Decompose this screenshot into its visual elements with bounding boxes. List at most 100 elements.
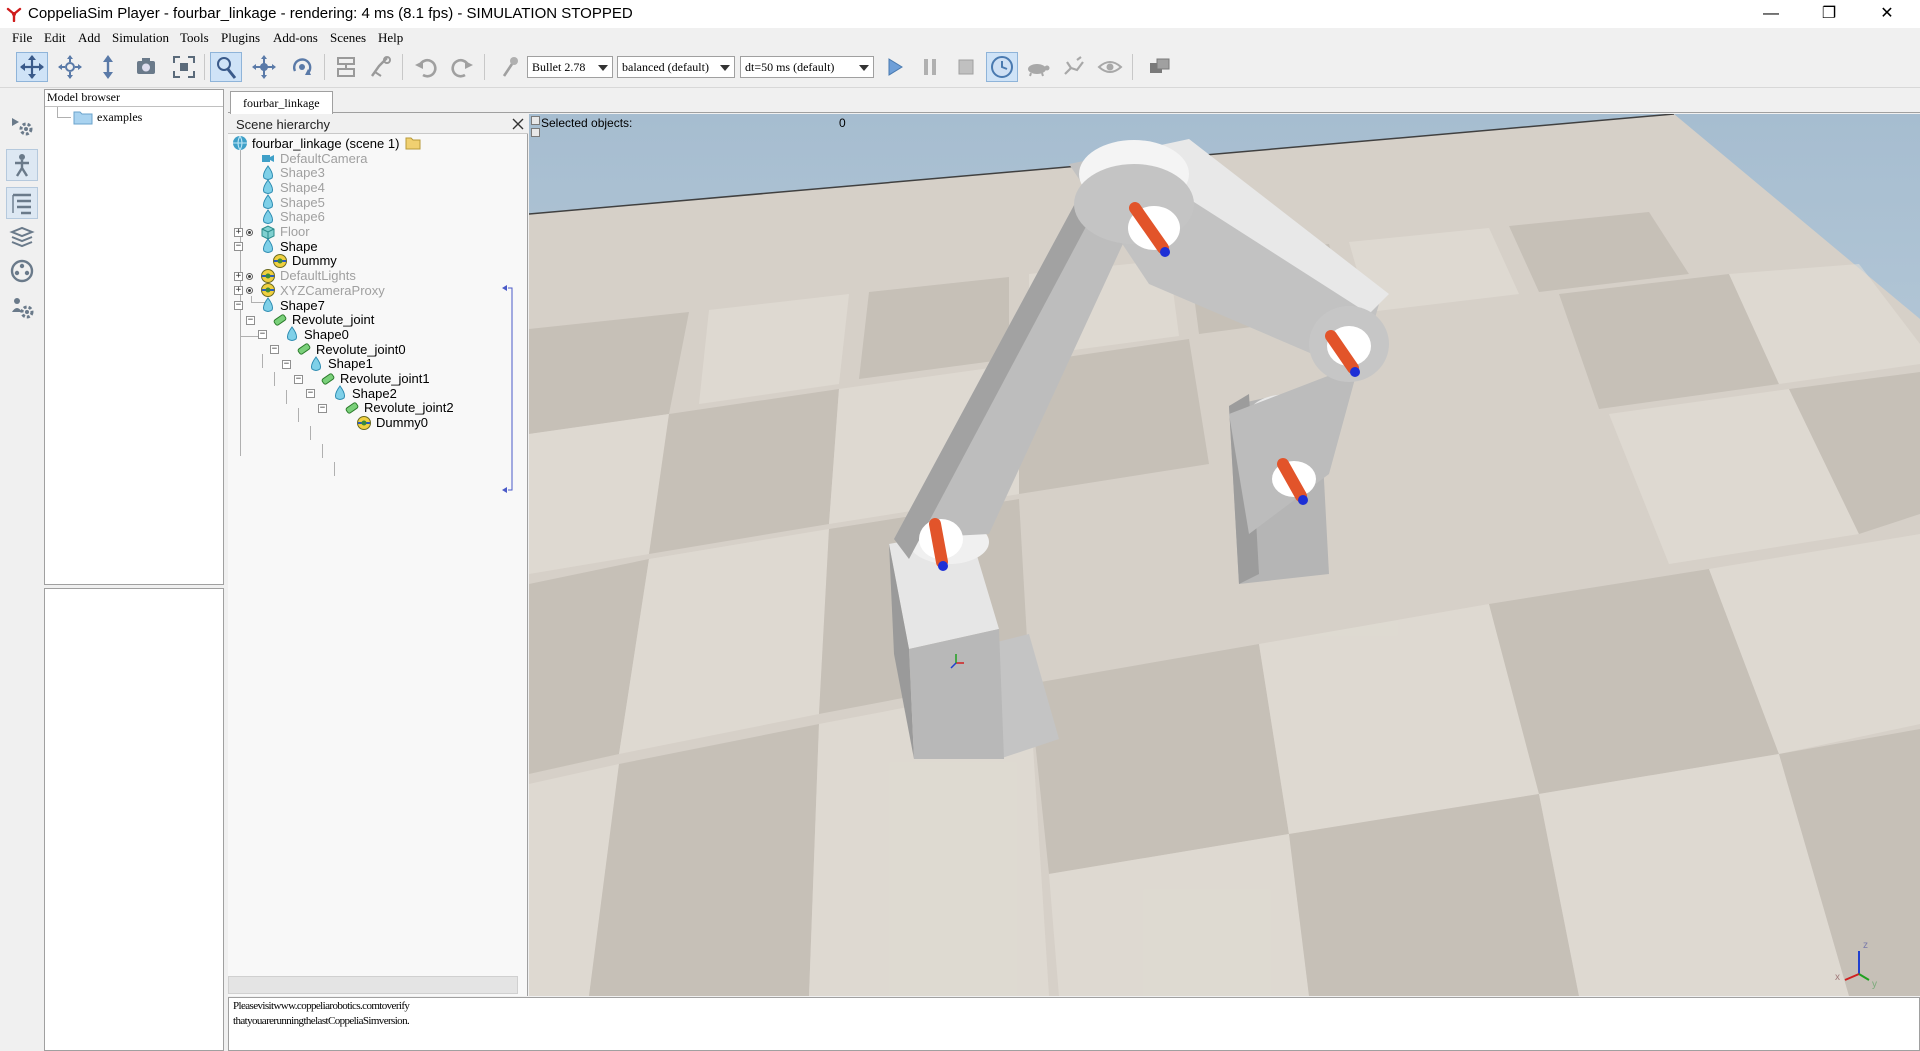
- title-bar: CoppeliaSim Player - fourbar_linkage - r…: [0, 0, 1920, 28]
- object-shift-icon[interactable]: [248, 52, 280, 82]
- scene-hierarchy-panel: Scene hierarchy fourbar_linkage (scene 1…: [228, 114, 528, 996]
- scene-hierarchy-title: Scene hierarchy: [236, 117, 330, 132]
- close-window-button[interactable]: ✕: [1864, 0, 1910, 28]
- expand-icon[interactable]: +: [234, 286, 243, 296]
- overlay-collapse-icon[interactable]: [531, 116, 540, 125]
- hierarchy-link-bracket: [502, 285, 513, 493]
- page-selector-icon[interactable]: [1144, 52, 1176, 82]
- folder-icon: [405, 137, 421, 150]
- console-line: Pleasevisitwww.coppeliarobotics.comtover…: [233, 1000, 410, 1012]
- collapse-icon[interactable]: −: [258, 330, 267, 340]
- model-browser-panel: Model browser examples: [44, 89, 224, 585]
- model-thumbnails-panel[interactable]: [44, 588, 224, 1051]
- menu-scenes[interactable]: Scenes: [330, 30, 366, 46]
- collapse-icon[interactable]: −: [294, 374, 303, 384]
- chevron-down-icon: [598, 65, 608, 71]
- axis-x-label: x: [1835, 972, 1840, 983]
- start-simulation-icon[interactable]: [878, 52, 910, 82]
- hierarchy-horizontal-scrollbar[interactable]: [228, 976, 518, 994]
- chevron-down-icon: [859, 65, 869, 71]
- expand-icon[interactable]: +: [234, 271, 243, 281]
- axis-z-label: z: [1863, 940, 1868, 951]
- hierarchy-item-label: Dummy0: [376, 415, 429, 431]
- menu-edit[interactable]: Edit: [44, 30, 66, 46]
- visualization-icon[interactable]: [1094, 52, 1126, 82]
- transfer-dna-icon[interactable]: [364, 52, 396, 82]
- visibility-dot-icon: [246, 228, 253, 236]
- collapse-icon[interactable]: −: [306, 389, 315, 399]
- collapse-icon[interactable]: −: [246, 315, 255, 325]
- scene-3d-render: [529, 114, 1920, 996]
- menu-help[interactable]: Help: [378, 30, 403, 46]
- faster-icon[interactable]: [1058, 52, 1090, 82]
- restore-button[interactable]: ❐: [1806, 0, 1852, 28]
- folder-icon: [73, 111, 93, 125]
- model-folder-examples[interactable]: examples: [73, 109, 142, 125]
- toolbar: Bullet 2.78 balanced (default) dt=50 ms …: [0, 48, 1920, 88]
- timestep-select-value: dt=50 ms (default): [745, 60, 835, 74]
- hierarchy-item[interactable]: Dummy0: [356, 414, 428, 432]
- video-recorder-icon[interactable]: [6, 255, 38, 287]
- pause-simulation-icon[interactable]: [914, 52, 946, 82]
- divider: [45, 106, 223, 107]
- user-settings-icon[interactable]: [6, 291, 38, 323]
- timestep-select[interactable]: dt=50 ms (default): [740, 56, 874, 78]
- redo-icon[interactable]: [446, 52, 478, 82]
- expand-icon[interactable]: +: [234, 227, 243, 237]
- selected-objects-count: 0: [839, 116, 846, 130]
- assemble-icon[interactable]: [330, 52, 362, 82]
- close-icon[interactable]: [510, 116, 526, 132]
- axis-y-label: y: [1872, 979, 1877, 990]
- camera-angle-icon[interactable]: [130, 52, 162, 82]
- engine-select-value: Bullet 2.78: [532, 60, 586, 74]
- menu-bar: File Edit Add Simulation Tools Plugins A…: [0, 28, 1920, 48]
- camera-fit-icon[interactable]: [168, 52, 200, 82]
- click-select-icon[interactable]: [210, 52, 242, 82]
- undo-icon[interactable]: [410, 52, 442, 82]
- scene-hierarchy-toggle-icon[interactable]: [6, 187, 38, 219]
- accuracy-select[interactable]: balanced (default): [617, 56, 735, 78]
- console-line: thatyouarerunningthelastCoppeliaSimversi…: [233, 1015, 410, 1027]
- model-browser-toggle-icon[interactable]: [6, 149, 38, 181]
- stop-simulation-icon[interactable]: [950, 52, 982, 82]
- scene-globe-icon: [233, 135, 247, 151]
- minimize-button[interactable]: —: [1748, 0, 1794, 28]
- collapse-icon[interactable]: −: [234, 301, 243, 310]
- scene-viewport[interactable]: z x y Selected objects: 0: [529, 114, 1920, 996]
- overlay-pin-icon[interactable]: [531, 128, 540, 137]
- visibility-dot-icon: [246, 272, 253, 280]
- coppeliasim-logo-icon: [6, 7, 22, 22]
- menu-simulation[interactable]: Simulation: [112, 30, 169, 46]
- menu-add[interactable]: Add: [78, 30, 100, 46]
- collapse-icon[interactable]: −: [282, 359, 291, 369]
- camera-shift-icon[interactable]: [92, 52, 124, 82]
- camera-pan-icon[interactable]: [16, 52, 48, 82]
- object-rotate-icon[interactable]: [286, 52, 318, 82]
- menu-tools[interactable]: Tools: [180, 30, 209, 46]
- menu-add-ons[interactable]: Add-ons: [273, 30, 318, 46]
- menu-file[interactable]: File: [12, 30, 32, 46]
- accuracy-select-value: balanced (default): [622, 60, 709, 74]
- dummy-icon: [357, 415, 371, 430]
- visibility-dot-icon: [246, 287, 253, 295]
- model-browser-title: Model browser: [47, 90, 120, 104]
- menu-plugins[interactable]: Plugins: [221, 30, 260, 46]
- tab-fourbar-linkage[interactable]: fourbar_linkage: [230, 91, 333, 114]
- slower-icon[interactable]: [1022, 52, 1054, 82]
- chevron-down-icon: [720, 65, 730, 71]
- layers-icon[interactable]: [6, 221, 38, 253]
- simulation-settings-icon[interactable]: [6, 109, 38, 141]
- model-folder-label: examples: [97, 109, 143, 124]
- scene-hierarchy-header: Scene hierarchy: [228, 114, 528, 134]
- dynamics-icon[interactable]: [494, 52, 526, 82]
- collapse-icon[interactable]: −: [234, 242, 243, 252]
- collapse-icon[interactable]: −: [270, 345, 279, 355]
- window-title: CoppeliaSim Player - fourbar_linkage - r…: [28, 5, 633, 22]
- camera-rotate-icon[interactable]: [54, 52, 86, 82]
- selected-objects-label: Selected objects:: [541, 116, 633, 130]
- collapse-icon[interactable]: −: [318, 403, 327, 413]
- status-console[interactable]: Pleasevisitwww.coppeliarobotics.comtover…: [228, 997, 1920, 1051]
- engine-select[interactable]: Bullet 2.78: [527, 56, 613, 78]
- scene-tab-bar: fourbar_linkage: [228, 89, 1920, 114]
- real-time-icon[interactable]: [986, 52, 1018, 82]
